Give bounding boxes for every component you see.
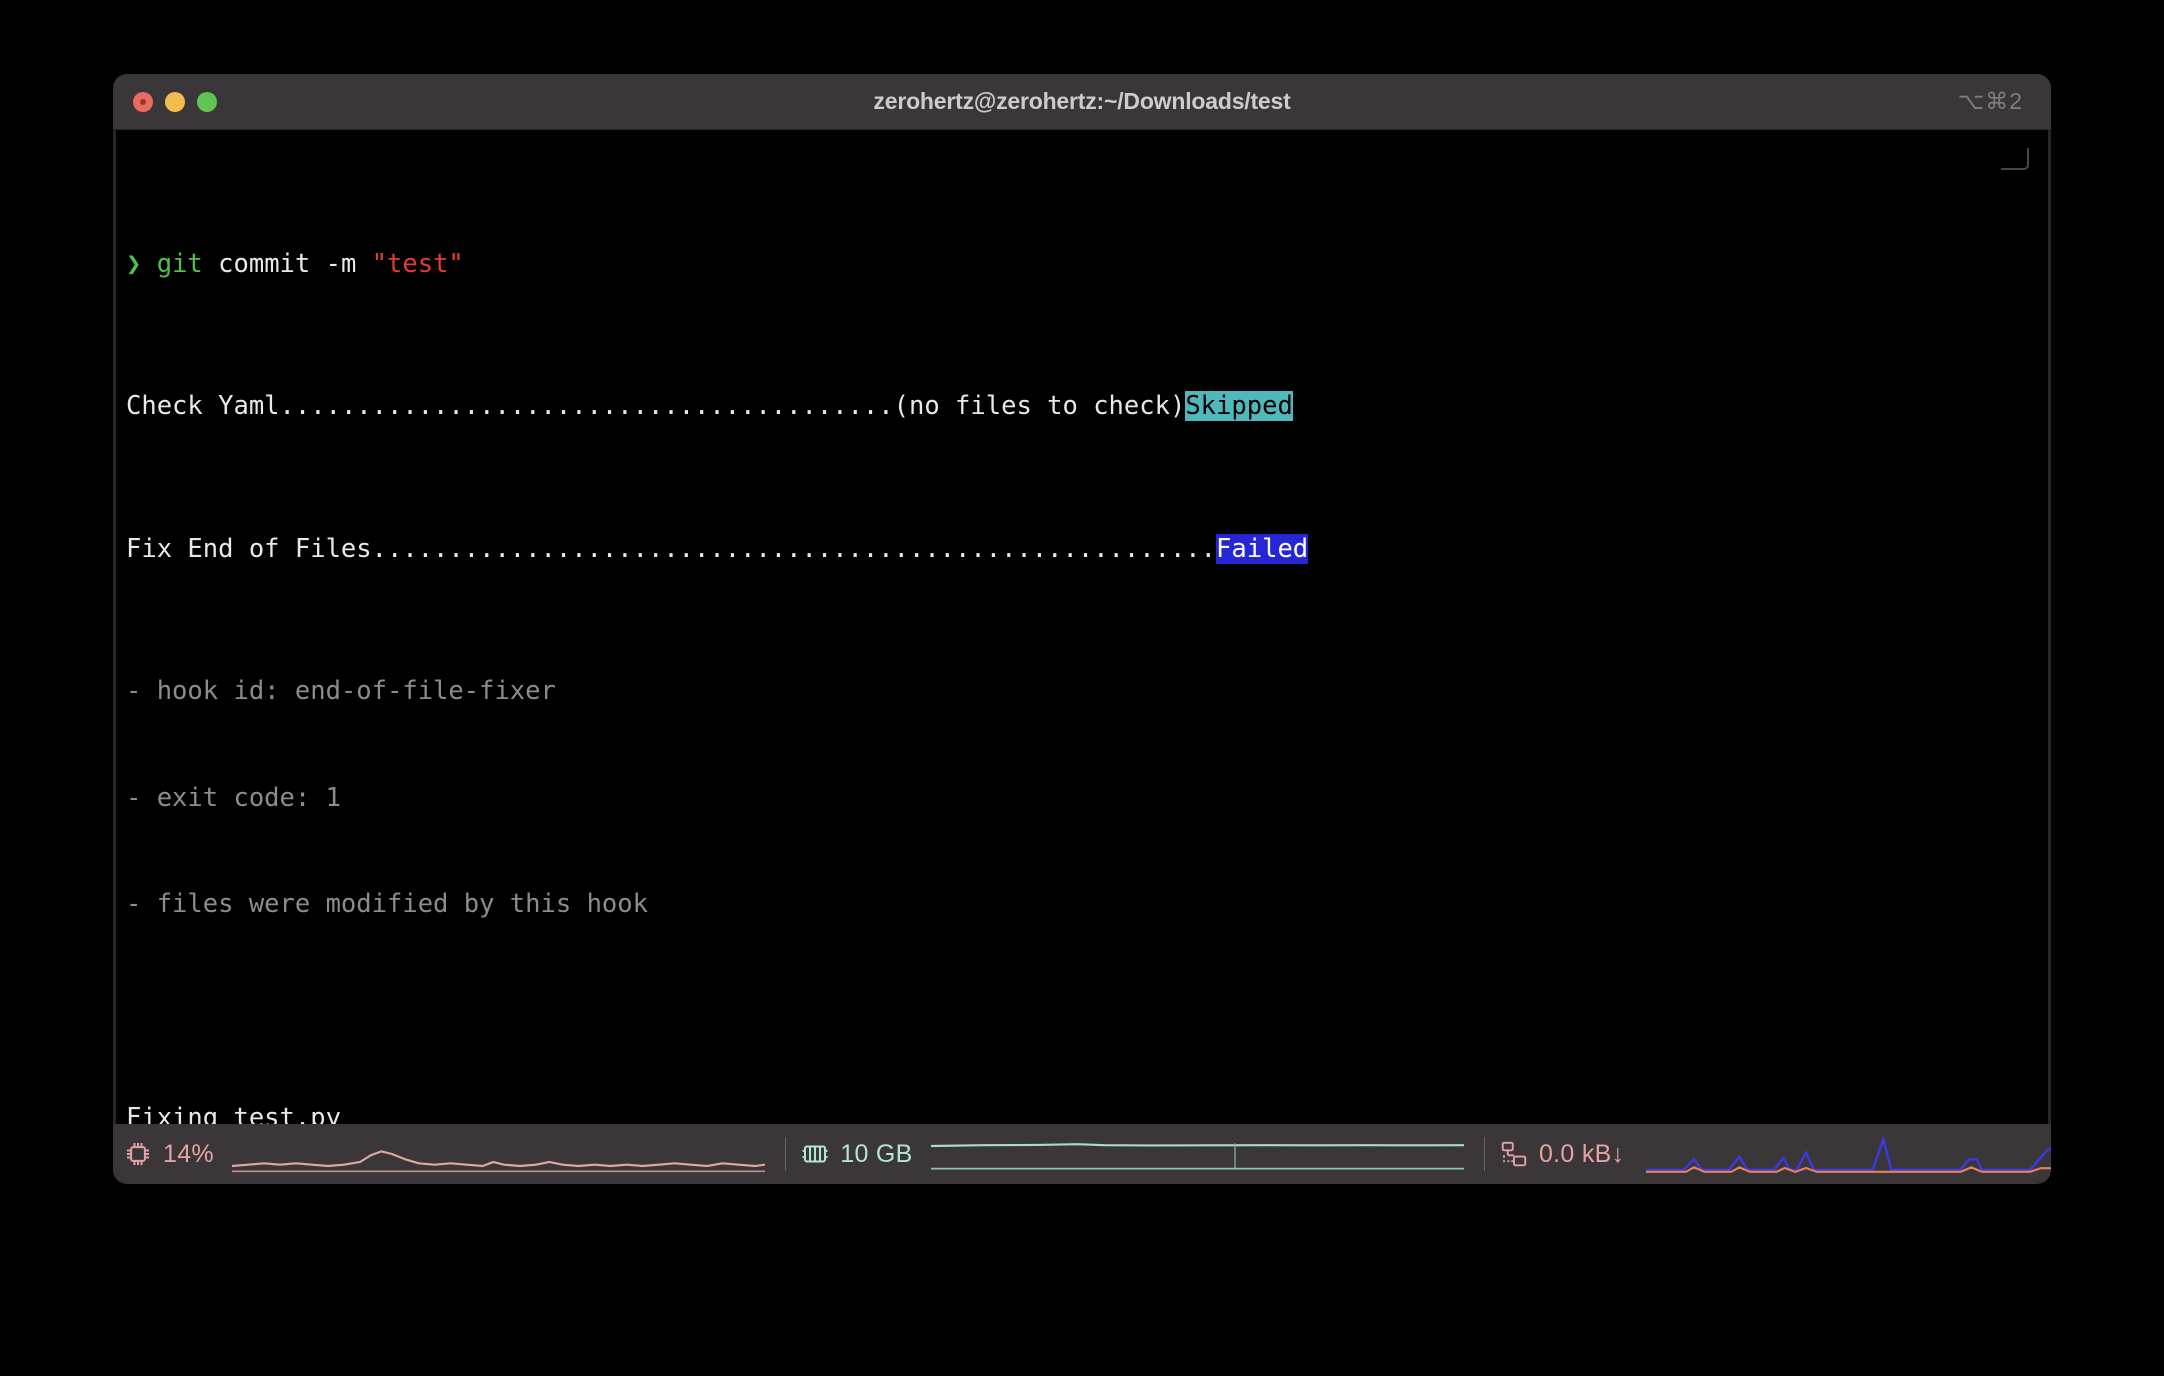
close-button[interactable] xyxy=(133,91,153,112)
window-titlebar: zerohertz@zerohertz:~/Downloads/test ⌥⌘2 xyxy=(113,74,2051,130)
cpu-segment[interactable]: 14% xyxy=(123,1134,771,1174)
hook-result-row: Fix End of Files........................… xyxy=(126,533,1309,564)
scrollbar[interactable] xyxy=(2048,130,2051,1124)
hook-detail: - exit code: 1 xyxy=(126,782,341,813)
prompt-icon: ❯ xyxy=(126,248,142,279)
memory-chip-icon xyxy=(802,1145,828,1163)
status-separator xyxy=(785,1137,787,1171)
terminal-output-area[interactable]: ❯ git commit -m "test" Check Yaml.......… xyxy=(113,130,2051,1124)
command-quoted-arg: "test" xyxy=(371,248,464,279)
cpu-chip-icon xyxy=(127,1143,149,1165)
minimize-button[interactable] xyxy=(165,91,185,112)
window-shortcut-indicator: ⌥⌘2 xyxy=(1957,88,2023,114)
terminal-lines: ❯ git commit -m "test" Check Yaml.......… xyxy=(113,140,2051,1124)
command-args: commit -m xyxy=(202,248,372,279)
network-segment[interactable]: 0.0 kB↓ 0.0 kB↑ xyxy=(1499,1134,2051,1174)
window-title: zerohertz@zerohertz:~/Downloads/test xyxy=(873,88,1291,114)
status-badge: Failed xyxy=(1216,533,1309,564)
left-rail xyxy=(113,130,116,1124)
status-separator xyxy=(1483,1137,1485,1171)
command-program: git xyxy=(156,248,203,279)
network-graph xyxy=(1646,1135,2051,1174)
cpu-graph xyxy=(231,1150,766,1173)
hook-result-row: Check Yaml..............................… xyxy=(126,391,1293,422)
maximize-button[interactable] xyxy=(197,91,217,112)
memory-value: 10 GB xyxy=(840,1139,913,1168)
status-bar: 14% 10 GB 0.0 kB↓ xyxy=(113,1124,2051,1184)
hook-fixing-line: Fixing test.py xyxy=(126,1103,341,1124)
cpu-value: 14% xyxy=(163,1139,214,1168)
terminal-window: zerohertz@zerohertz:~/Downloads/test ⌥⌘2… xyxy=(113,74,2051,1184)
memory-segment[interactable]: 10 GB xyxy=(800,1134,1470,1174)
network-icon xyxy=(1501,1141,1527,1167)
command-line: ❯ git commit -m "test" xyxy=(126,247,2051,283)
hook-detail: - hook id: end-of-file-fixer xyxy=(126,675,556,706)
network-download-value: 0.0 kB↓ xyxy=(1538,1139,1625,1168)
status-badge: Skipped xyxy=(1185,391,1293,422)
window-controls xyxy=(133,91,217,112)
resize-corner-icon xyxy=(2001,148,2029,170)
memory-graph xyxy=(930,1143,1464,1170)
hook-detail: - files were modified by this hook xyxy=(126,889,648,920)
